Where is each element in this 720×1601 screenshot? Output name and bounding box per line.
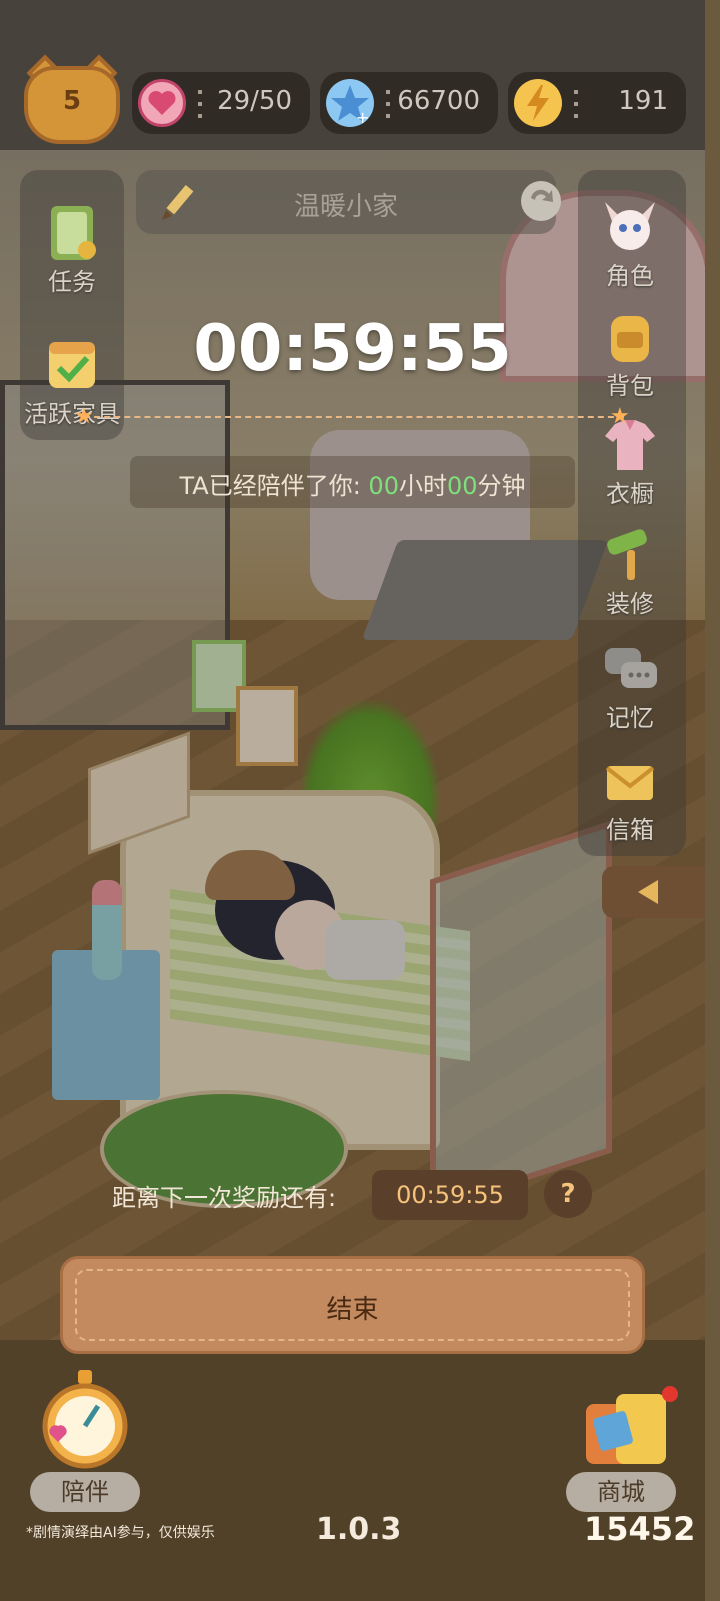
divider-dots [386, 90, 390, 118]
star-plus-icon: + [326, 79, 374, 127]
decorate-button[interactable]: 装修 [580, 520, 680, 619]
divider-dots [574, 90, 578, 118]
accompany-text: TA已经陪伴了你: 00小时00分钟 [0, 466, 705, 501]
level-number: 5 [62, 86, 82, 116]
minutes-unit: 分钟 [477, 472, 526, 500]
accompany-button[interactable]: 陪伴 [30, 1472, 140, 1512]
tasks-button[interactable]: 任务 [22, 198, 122, 297]
star-right-icon: ★ [610, 404, 630, 429]
countdown-timer: 00:59:55 [193, 312, 512, 386]
shop-button[interactable]: 商城 [566, 1472, 676, 1512]
accompany-prefix: TA已经陪伴了你: [179, 472, 369, 500]
arrow-left-icon [638, 880, 658, 904]
chat-bubbles-icon [595, 634, 665, 704]
version-number: 1.0.3 [316, 1512, 402, 1547]
accompany-minutes: 00 [446, 472, 478, 500]
hours-unit: 小时 [398, 472, 447, 500]
shopping-bag-icon[interactable] [566, 1364, 686, 1474]
collapse-tab[interactable] [602, 866, 705, 918]
room-name-bar[interactable]: 温暖小家 [136, 170, 561, 234]
paint-roller-icon [595, 520, 665, 590]
divider-dots [198, 90, 202, 118]
energy-counter[interactable]: 191 [508, 72, 686, 134]
coin-balance: 15452 [584, 1510, 696, 1548]
heart-value: 29/50 [217, 86, 292, 116]
fox-character-icon [595, 192, 665, 262]
heart-icon [138, 79, 186, 127]
character-button[interactable]: 角色 [580, 192, 680, 291]
swap-icon[interactable] [516, 176, 566, 226]
star-left-icon: ★ [74, 404, 94, 429]
end-button-label: 结束 [326, 1295, 379, 1325]
star-value: 66700 [397, 86, 480, 116]
ai-disclaimer: *剧情演绎由AI参与，仅供娱乐 [26, 1525, 215, 1541]
energy-value: 191 [618, 86, 668, 116]
end-button[interactable]: 结束 [60, 1256, 645, 1354]
room-name: 温暖小家 [293, 192, 398, 222]
svg-text:+: + [356, 108, 369, 127]
stopwatch-heart-icon[interactable] [30, 1366, 140, 1476]
mailbox-button[interactable]: 信箱 [580, 746, 680, 845]
accompany-hours: 00 [368, 472, 399, 500]
dashed-divider [84, 416, 624, 418]
envelope-icon [595, 746, 665, 816]
star-counter[interactable]: + 66700 [320, 72, 498, 134]
reward-countdown: 00:59:55 [372, 1170, 528, 1220]
lightning-plus-icon [514, 79, 562, 127]
heart-counter[interactable]: 29/50 [132, 72, 310, 134]
level-badge[interactable]: 5 [24, 54, 120, 144]
reward-label: 距离下一次奖励还有: [112, 1184, 337, 1212]
memory-button[interactable]: 记忆 [580, 634, 680, 733]
task-book-icon [37, 198, 107, 268]
help-button[interactable]: ? [544, 1170, 592, 1218]
